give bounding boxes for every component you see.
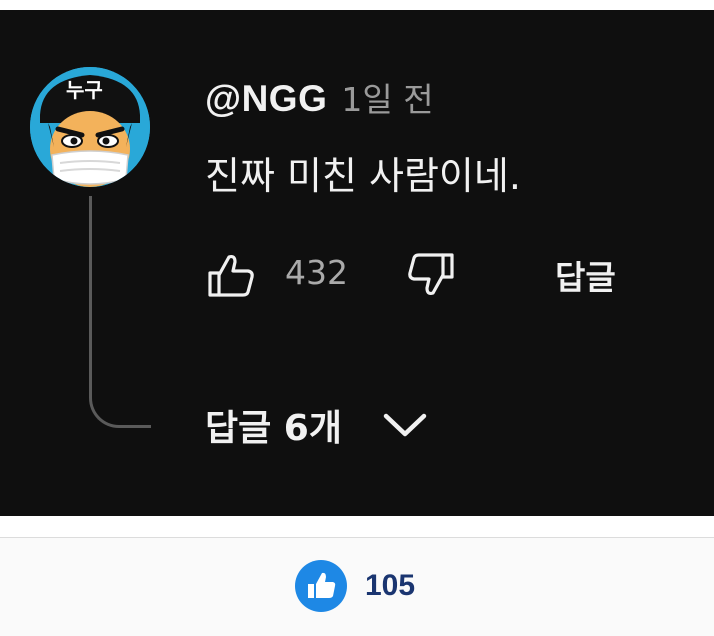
comment-actions: 432 답글 <box>205 245 665 301</box>
view-replies-toggle[interactable]: 답글 6개 <box>205 400 428 450</box>
chevron-down-icon <box>383 413 427 437</box>
masked-cartoon-avatar-icon: 누구 <box>30 67 150 187</box>
reply-button[interactable]: 답글 <box>555 251 616 299</box>
thread-connector-line <box>89 196 151 428</box>
post-footer: 105 <box>0 538 714 636</box>
comment-author[interactable]: @NGG <box>205 78 327 120</box>
dislike-button[interactable] <box>405 249 457 301</box>
screenshot-frame: 누구 @NGG 1일 전 진짜 미친 사람이네. 432 답글 답글 6개 10… <box>0 0 714 636</box>
avatar[interactable]: 누구 <box>30 67 150 187</box>
comment-timestamp[interactable]: 1일 전 <box>341 73 433 121</box>
comment-header: @NGG 1일 전 <box>205 73 434 123</box>
like-button[interactable] <box>205 249 257 301</box>
comment-text: 진짜 미친 사람이네. <box>205 154 521 198</box>
avatar-badge-text: 누구 <box>66 78 103 102</box>
like-count: 432 <box>285 253 348 292</box>
post-like-count: 105 <box>365 569 416 602</box>
thumbs-up-circle-icon <box>295 560 347 612</box>
replies-count-label: 답글 6개 <box>205 408 342 449</box>
thumbs-down-icon <box>408 253 454 296</box>
post-like-button[interactable]: 105 <box>295 560 415 612</box>
thumbs-up-icon <box>208 254 254 297</box>
